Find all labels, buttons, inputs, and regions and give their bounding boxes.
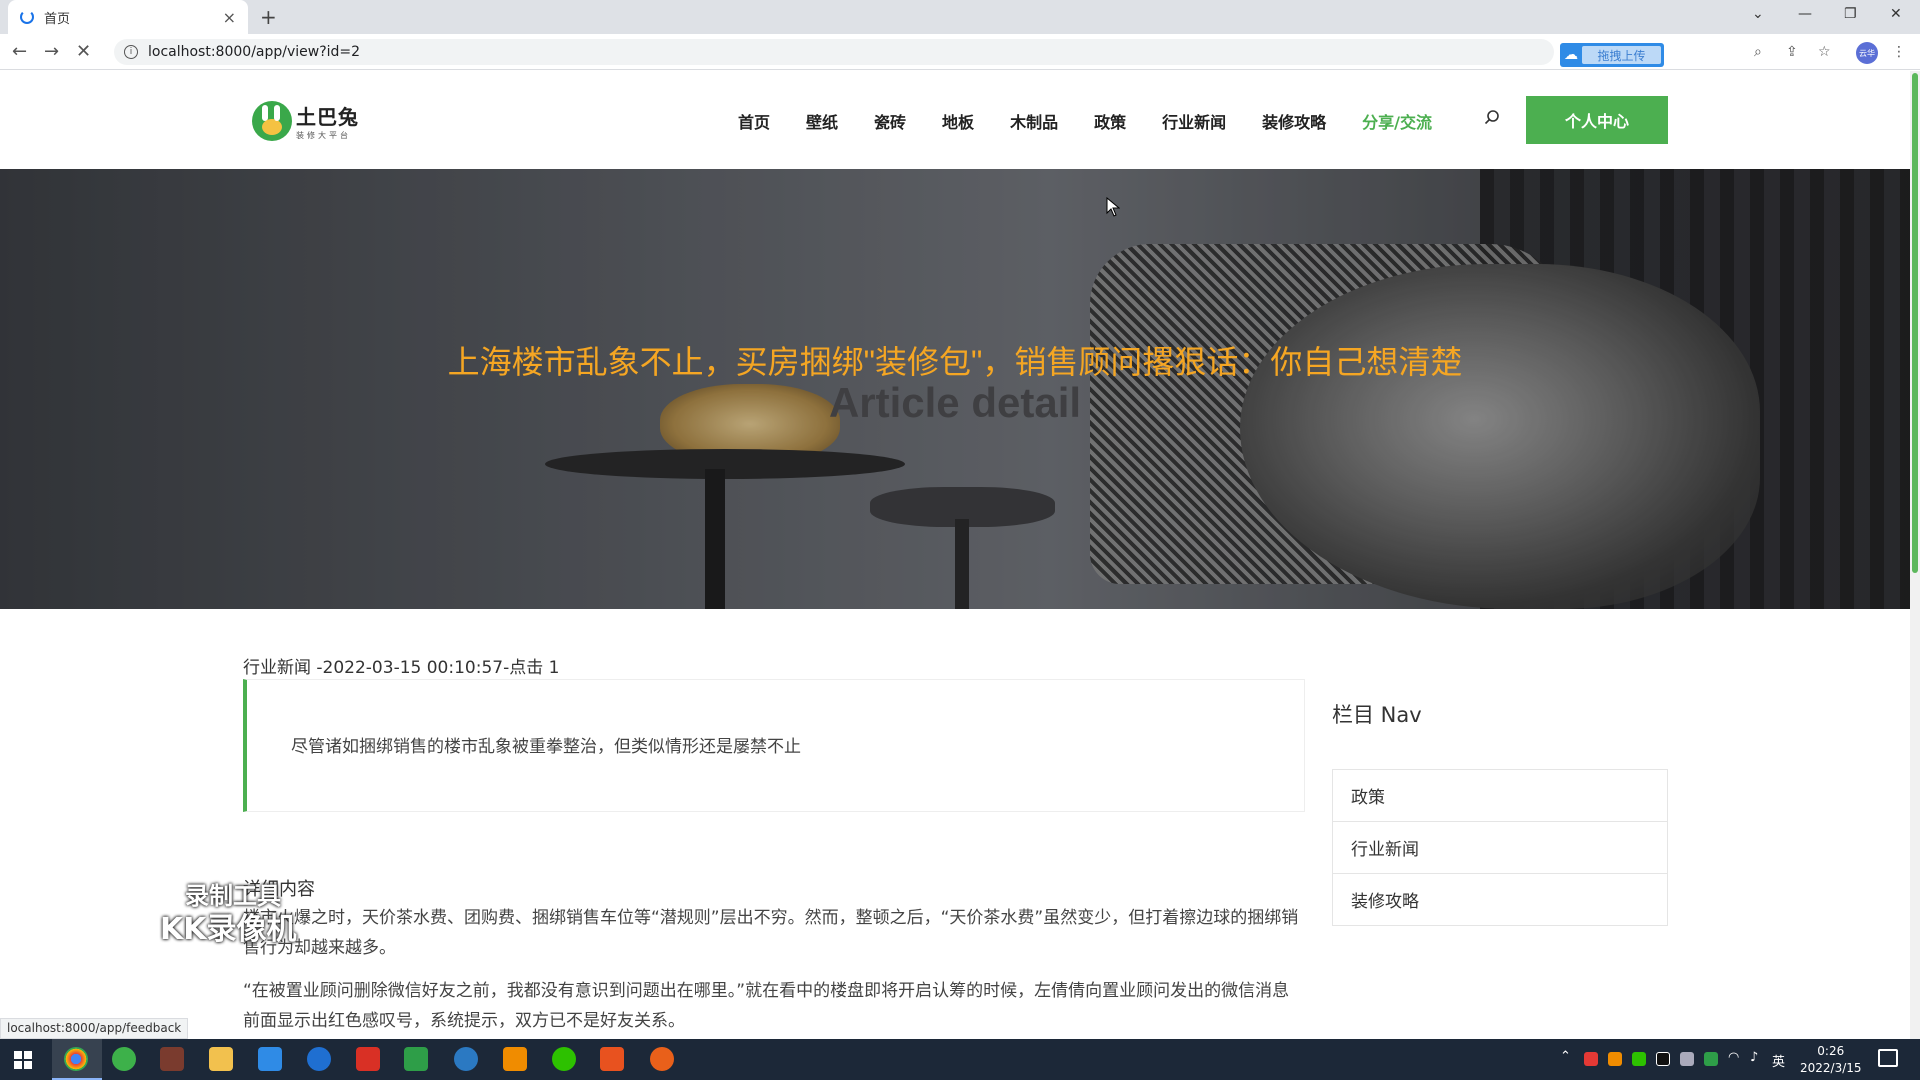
bookmark-star-icon[interactable]: ☆	[1818, 44, 1831, 60]
page-scrollbar[interactable]	[1910, 71, 1920, 1039]
notification-icon[interactable]	[1878, 1049, 1898, 1067]
notepad-icon[interactable]	[404, 1047, 428, 1071]
zoom-icon[interactable]: ⌕	[1754, 44, 1762, 60]
url-field[interactable]: i localhost:8000/app/view?id=2	[114, 39, 1554, 65]
hero-banner: 上海楼市乱象不止，买房捆绑"装修包"，销售顾问撂狠话：你自己想清楚 Articl…	[0, 169, 1910, 609]
wechat-tray-icon[interactable]	[1632, 1052, 1646, 1066]
tray-expand-icon[interactable]: ⌃	[1560, 1049, 1571, 1064]
browser-tab-bar: 首页 × + ⌄ — ❐ ✕	[0, 0, 1920, 34]
wifi-icon[interactable]: ◠	[1728, 1050, 1739, 1065]
browser-menu-icon[interactable]: ⋮	[1892, 44, 1906, 60]
sidebar-title: 栏目 Nav	[1332, 703, 1422, 727]
sidebar-nav: 政策 行业新闻 装修攻略	[1332, 769, 1668, 926]
everything-search-icon[interactable]	[503, 1047, 527, 1071]
logo-subtitle: 装修大平台	[296, 131, 351, 140]
nav-item-policy[interactable]: 政策	[1094, 109, 1126, 133]
mouse-cursor-icon	[1106, 197, 1120, 217]
game-app-icon[interactable]	[160, 1047, 184, 1071]
link-status-bar: localhost:8000/app/feedback	[0, 1018, 189, 1039]
stop-loading-icon[interactable]: ✕	[76, 41, 91, 62]
logo-name: 土巴兔	[296, 105, 359, 129]
volume-icon[interactable]: ♪	[1750, 1050, 1758, 1065]
baidu-netdisk-icon[interactable]	[258, 1047, 282, 1071]
windows-taskbar: ⌃ ◠ ♪ 英 0:26 2022/3/15	[0, 1039, 1920, 1080]
recorder-app-icon[interactable]	[650, 1047, 674, 1071]
app-tray-icon[interactable]	[1704, 1052, 1718, 1066]
system-clock[interactable]: 0:26 2022/3/15	[1800, 1043, 1862, 1077]
site-logo[interactable]: 土巴兔 装修大平台	[252, 101, 359, 141]
site-info-icon[interactable]: i	[124, 45, 138, 59]
recorder-watermark: 录制工具 KK录像机	[160, 882, 297, 947]
windows-start-icon[interactable]	[14, 1051, 32, 1069]
nav-item-share[interactable]: 分享/交流	[1362, 109, 1432, 133]
article-title: 上海楼市乱象不止，买房捆绑"装修包"，销售顾问撂狠话：你自己想清楚	[447, 344, 1463, 380]
ie-browser-icon[interactable]	[454, 1047, 478, 1071]
input-language[interactable]: 英	[1772, 1051, 1785, 1070]
url-text: localhost:8000/app/view?id=2	[148, 44, 361, 60]
nav-item-flooring[interactable]: 地板	[942, 109, 974, 133]
nav-item-wallpaper[interactable]: 壁纸	[806, 109, 838, 133]
loading-spinner-icon	[20, 10, 34, 24]
window-close-icon[interactable]: ✕	[1890, 6, 1902, 22]
forward-icon[interactable]: →	[44, 41, 59, 62]
back-icon[interactable]: ←	[12, 41, 27, 62]
search-icon[interactable]	[1484, 109, 1500, 125]
restore-icon[interactable]: ❐	[1844, 6, 1857, 22]
main-nav: 首页 壁纸 瓷砖 地板 木制品 政策 行业新闻 装修攻略 分享/交流	[738, 109, 1468, 133]
browser-tab[interactable]: 首页 ×	[8, 0, 248, 34]
rabbit-logo-icon	[252, 101, 292, 141]
tab-close-icon[interactable]: ×	[223, 8, 236, 27]
nav-item-tiles[interactable]: 瓷砖	[874, 109, 906, 133]
leaf-app-icon[interactable]	[112, 1047, 136, 1071]
tab-search-icon[interactable]: ⌄	[1752, 6, 1764, 22]
device-tray-icon[interactable]	[1680, 1052, 1694, 1066]
sidebar-item-industry-news[interactable]: 行业新闻	[1332, 821, 1668, 874]
share-icon[interactable]: ⇪	[1786, 44, 1798, 60]
article-meta: 行业新闻 -2022-03-15 00:10:57-点击 1	[243, 658, 560, 678]
tab-title: 首页	[44, 11, 71, 27]
nav-item-home[interactable]: 首页	[738, 109, 770, 133]
cloud-icon: ☁	[1564, 47, 1578, 63]
wps-icon[interactable]	[356, 1047, 380, 1071]
sublime-icon[interactable]	[600, 1047, 624, 1071]
page-viewport: 土巴兔 装修大平台 首页 壁纸 瓷砖 地板 木制品 政策 行业新闻 装修攻略 分…	[0, 71, 1910, 1039]
article-summary-box: 尽管诸如捆绑销售的楼市乱象被重拳整治，但类似情形还是屡禁不止	[243, 679, 1305, 812]
user-center-button[interactable]: 个人中心	[1526, 96, 1668, 144]
drag-upload-extension[interactable]: ☁ 拖拽上传	[1560, 43, 1664, 67]
sidebar-item-decoration-guide[interactable]: 装修攻略	[1332, 873, 1668, 926]
chrome-icon[interactable]	[64, 1047, 88, 1071]
nav-item-woodwork[interactable]: 木制品	[1010, 109, 1058, 133]
minimize-icon[interactable]: —	[1798, 6, 1812, 22]
hero-subtitle: Article detail	[828, 379, 1082, 426]
profile-avatar[interactable]: 云华	[1856, 42, 1878, 64]
article-summary: 尽管诸如捆绑销售的楼市乱象被重拳整治，但类似情形还是屡禁不止	[291, 737, 801, 757]
article-paragraph: “在被置业顾问删除微信好友之前，我都没有意识到问题出在哪里。”就在看中的楼盘即将…	[243, 981, 1290, 1031]
upload-label: 拖拽上传	[1582, 46, 1661, 64]
search-app-icon[interactable]	[307, 1047, 331, 1071]
qq-tray-icon[interactable]	[1656, 1052, 1670, 1066]
wechat-icon[interactable]	[552, 1047, 576, 1071]
site-header: 土巴兔 装修大平台 首页 壁纸 瓷砖 地板 木制品 政策 行业新闻 装修攻略 分…	[0, 71, 1910, 169]
file-explorer-icon[interactable]	[209, 1047, 233, 1071]
antivirus-tray-icon[interactable]	[1584, 1052, 1598, 1066]
nav-item-industry-news[interactable]: 行业新闻	[1162, 109, 1226, 133]
sidebar-item-policy[interactable]: 政策	[1332, 769, 1668, 822]
nav-item-decoration-guide[interactable]: 装修攻略	[1262, 109, 1326, 133]
search-tray-icon[interactable]	[1608, 1052, 1622, 1066]
article-paragraph: 楼市火爆之时，天价茶水费、团购费、捆绑销售车位等“潜规则”层出不穷。然而，整顿之…	[243, 908, 1299, 958]
scrollbar-thumb[interactable]	[1912, 73, 1918, 573]
new-tab-button[interactable]: +	[260, 5, 277, 29]
